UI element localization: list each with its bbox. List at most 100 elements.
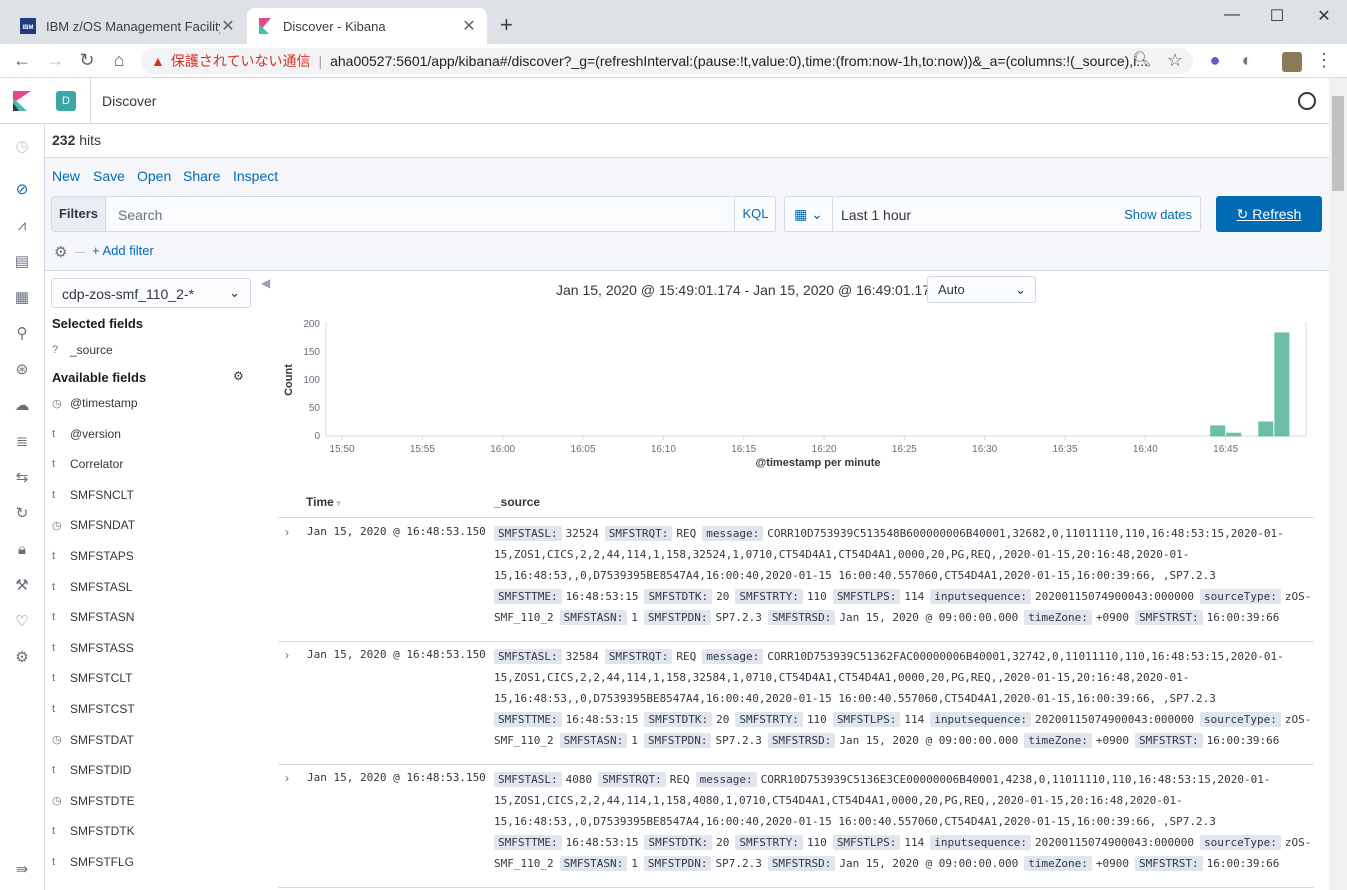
source-value: 20 [716,713,730,726]
ml-icon[interactable]: ⊛ [13,361,31,379]
field-item[interactable]: t SMFSTASL [52,580,132,594]
discover-compass-icon[interactable]: ⊘ [13,181,31,199]
field-item[interactable]: ◷ SMFSNDAT [52,518,135,532]
management-gear-icon[interactable]: ⚙ [13,649,31,667]
y-tick-label: 150 [303,347,320,358]
help-icon[interactable] [1298,92,1316,110]
visualize-chart-icon[interactable]: ⩘ [13,217,31,235]
source-value: 16:48:53:15 [565,713,639,726]
expand-row-chevron-icon[interactable]: › [285,771,289,785]
logs-icon[interactable]: ≣ [13,433,31,451]
field-item[interactable]: t SMFSTFLG [52,855,134,869]
source-value: 16:48:53:15 [565,590,639,603]
date-picker[interactable]: ▦ ⌄ Last 1 hour Show dates [784,196,1201,232]
inspect-link[interactable]: Inspect [233,168,278,184]
field-item[interactable]: t SMFSTCLT [52,671,132,685]
add-filter-link[interactable]: + Add filter [92,243,154,258]
sort-icon[interactable]: ▾ [334,498,341,508]
source-value: 32584 [565,650,599,663]
collapse-sidebar-icon[interactable]: ◀ [261,276,270,290]
refresh-button[interactable]: ↻ Refresh [1216,196,1322,232]
interval-select[interactable]: Auto ⌄ [927,276,1036,303]
apm-icon[interactable]: ⇆ [13,469,31,487]
expand-row-chevron-icon[interactable]: › [285,648,289,662]
dev-tools-wrench-icon[interactable]: ⚒ [13,577,31,595]
source-key: sourceType: [1199,835,1281,850]
source-value: 16:48:53:15 [565,836,639,849]
y-tick-label: 200 [303,319,320,330]
maps-icon[interactable]: ⚲ [13,325,31,343]
field-item[interactable]: ? _source [52,343,113,357]
browser-tab-zosmf[interactable]: IBM IBM z/OS Management Facility o ✕ [10,8,246,44]
share-link[interactable]: Share [183,168,220,184]
recent-clock-icon[interactable]: ◷ [13,138,31,156]
warning-triangle-icon: ▲ [151,53,165,69]
close-tab-icon[interactable]: ✕ [220,16,236,36]
field-item[interactable]: t SMFSTDTK [52,824,135,838]
dashboard-icon[interactable]: ▤ [13,253,31,271]
x-tick-label: 16:40 [1133,444,1158,455]
collapse-nav-icon[interactable]: ⇛ [13,861,31,879]
source-value: SP7.2.3 [715,611,762,624]
browser-tab-kibana[interactable]: Discover - Kibana ✕ [247,8,487,44]
field-item[interactable]: t SMFSTASS [52,641,134,655]
infrastructure-icon[interactable]: ☁ [13,397,31,415]
space-avatar[interactable]: D [56,91,76,111]
field-item[interactable]: t SMFSTASN [52,610,134,624]
filters-button[interactable]: Filters [52,197,106,231]
field-item[interactable]: t SMFSTCST [52,702,135,716]
zoom-magnifier-icon[interactable]: 🔍︎ [1131,50,1153,68]
siem-lock-icon[interactable]: 🔒︎ [13,541,31,559]
url-omnibox[interactable]: ▲ 保護されていない通信 | aha00527:5601/app/kibana#… [141,48,1193,74]
index-pattern-select[interactable]: cdp-zos-smf_110_2-* ⌄ [51,278,251,308]
field-item[interactable]: t Correlator [52,457,123,471]
search-query-field[interactable]: Filters Search KQL [51,196,776,232]
field-name: SMFSTDAT [70,732,134,747]
chrome-menu-icon[interactable]: ⋮ [1313,50,1335,71]
new-link[interactable]: New [52,168,80,184]
home-icon[interactable]: ⌂ [108,50,130,71]
save-link[interactable]: Save [93,168,125,184]
field-item[interactable]: t SMFSTAPS [52,549,134,563]
time-range-label[interactable]: Last 1 hour [841,207,911,223]
kibana-logo-icon[interactable] [13,91,31,111]
close-window-icon[interactable]: ✕ [1314,6,1334,26]
source-key: SMFSTASL: [494,649,562,664]
canvas-icon[interactable]: ▦ [13,289,31,307]
open-link[interactable]: Open [137,168,171,184]
field-item[interactable]: ◷ @timestamp [52,396,138,410]
maximize-icon[interactable]: ☐ [1267,6,1287,26]
x-tick-label: 16:20 [812,444,837,455]
field-item[interactable]: t @version [52,427,121,441]
source-key: SMFSTRTY: [735,835,803,850]
extension-2-icon[interactable]: ◐ [1236,50,1258,71]
expand-row-chevron-icon[interactable]: › [285,525,289,539]
column-header-time[interactable]: Time ▾ [306,495,341,509]
new-tab-plus-icon[interactable]: + [500,14,513,36]
field-item[interactable]: ◷ SMFSTDAT [52,733,134,747]
show-dates-link[interactable]: Show dates [1124,207,1192,222]
close-tab-icon[interactable]: ✕ [461,16,477,36]
monitoring-heart-icon[interactable]: ♡ [13,613,31,631]
extension-icon[interactable]: ● [1204,50,1226,71]
search-input[interactable]: Search [118,207,162,223]
source-value: Jan 15, 2020 @ 09:00:00.000 [839,734,1019,747]
minimize-icon[interactable]: — [1222,6,1242,24]
forward-arrow-icon[interactable]: → [44,50,66,71]
back-arrow-icon[interactable]: ← [11,50,33,71]
field-item[interactable]: ◷ SMFSTDTE [52,794,135,808]
source-value: 114 [904,590,925,603]
scrollbar-thumb[interactable] [1332,96,1344,191]
field-item[interactable]: t SMFSTDID [52,763,131,777]
source-value: 1 [631,611,638,624]
field-item[interactable]: t SMFSNCLT [52,488,134,502]
page-scrollbar[interactable] [1329,78,1347,890]
profile-avatar[interactable] [1282,52,1302,72]
reload-icon[interactable]: ↻ [76,50,98,71]
filter-settings-gear-icon[interactable]: ⚙ [54,243,67,261]
kql-toggle[interactable]: KQL [734,197,776,231]
bookmark-star-icon[interactable]: ☆ [1164,50,1186,71]
calendar-quick-menu[interactable]: ▦ ⌄ [785,197,833,231]
field-settings-gear-icon[interactable]: ⚙ [233,369,244,383]
uptime-icon[interactable]: ↻ [13,505,31,523]
